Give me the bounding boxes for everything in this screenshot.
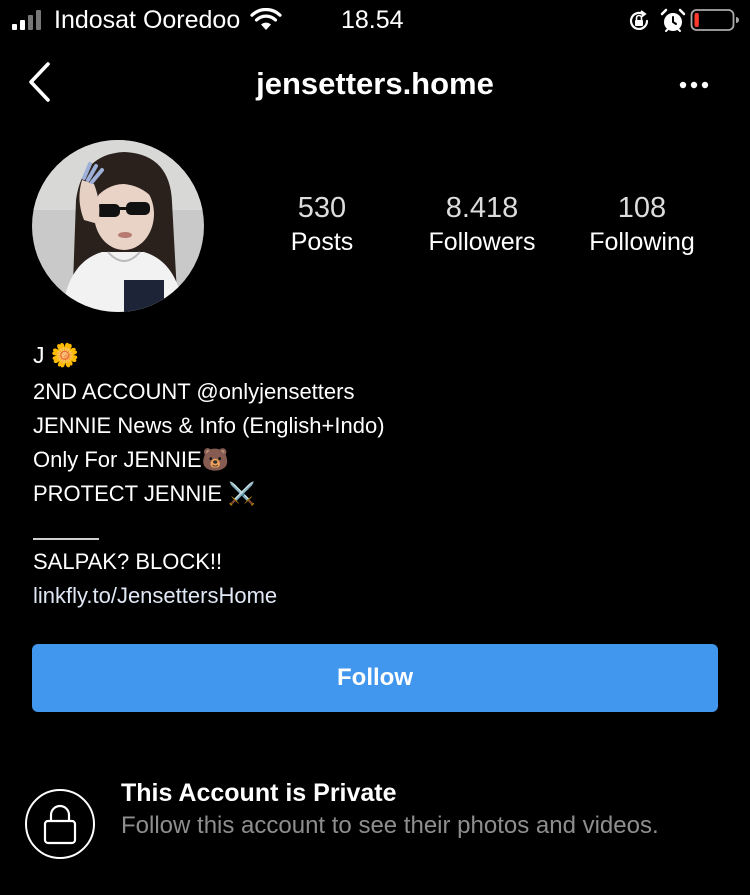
- posts-count[interactable]: 530 Posts: [242, 190, 402, 258]
- profile-username: jensetters.home: [256, 66, 494, 101]
- followers-label: Followers: [428, 228, 536, 256]
- flower-emoji: 🌼: [50, 342, 80, 368]
- bio-display-name: J 🌼: [33, 340, 80, 370]
- clock-time: 18.54: [341, 6, 404, 34]
- bio-line: SALPAK? BLOCK!!: [33, 549, 223, 574]
- battery-icon: [690, 9, 739, 31]
- following-value: 108: [617, 192, 667, 224]
- more-options-button[interactable]: [676, 70, 716, 100]
- bio-divider: [33, 538, 99, 540]
- more-horizontal-icon: [679, 81, 709, 89]
- followers-value: 8.418: [445, 192, 519, 224]
- bio-website-link[interactable]: linkfly.to/JensettersHome: [33, 581, 277, 611]
- lock-icon: [25, 789, 95, 859]
- followers-count[interactable]: 8.418 Followers: [402, 190, 562, 258]
- private-account-title: This Account is Private: [121, 779, 397, 807]
- follow-button[interactable]: Follow: [32, 644, 718, 712]
- following-count[interactable]: 108 Following: [562, 190, 722, 258]
- bio-line: 2ND ACCOUNT @onlyjensetters: [33, 379, 355, 404]
- display-name: J: [33, 342, 45, 368]
- bio-line: Only For JENNIE🐻: [33, 447, 230, 472]
- bio-line: JENNIE News & Info (English+Indo): [33, 413, 385, 438]
- status-bar: Indosat Ooredoo 18.54: [0, 0, 750, 44]
- posts-label: Posts: [290, 228, 354, 256]
- wifi-icon: [250, 8, 282, 30]
- rotation-lock-icon: [629, 10, 649, 30]
- following-label: Following: [589, 228, 695, 256]
- signal-icon: [12, 10, 41, 30]
- bio-line: PROTECT JENNIE ⚔️: [33, 481, 256, 506]
- profile-avatar[interactable]: [32, 140, 204, 312]
- carrier-name: Indosat Ooredoo: [54, 6, 241, 34]
- alarm-icon: [660, 8, 686, 32]
- posts-value: 530: [297, 192, 347, 224]
- private-account-description: Follow this account to see their photos …: [121, 812, 659, 839]
